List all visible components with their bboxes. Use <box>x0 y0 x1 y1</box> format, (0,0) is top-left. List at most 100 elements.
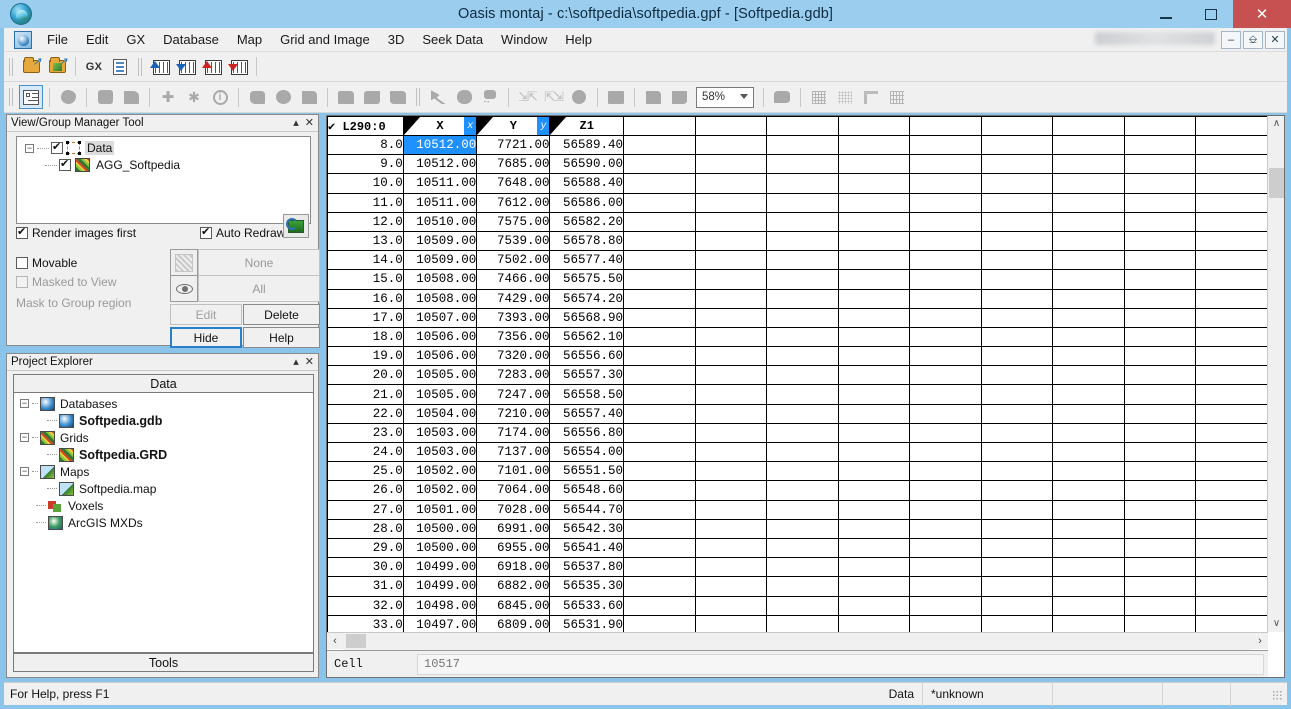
cell-empty[interactable] <box>1052 288 1125 309</box>
cell-x[interactable]: 10510.00 <box>402 211 478 232</box>
cell-empty[interactable] <box>909 499 982 520</box>
cell-empty[interactable] <box>622 365 696 386</box>
cell-empty[interactable] <box>1052 230 1125 252</box>
cell-empty[interactable] <box>622 269 696 290</box>
minimize-button[interactable] <box>1143 0 1188 28</box>
cell-empty[interactable] <box>622 557 696 578</box>
menu-item-map[interactable]: Map <box>228 30 271 49</box>
toolbar-grip[interactable] <box>7 57 15 77</box>
cell-empty[interactable] <box>1123 250 1197 271</box>
row-number-cell[interactable]: 22.0 <box>327 403 404 424</box>
cell-empty[interactable] <box>622 326 696 348</box>
group-b-icon[interactable] <box>271 85 295 109</box>
cell-x[interactable]: 10502.00 <box>402 480 478 501</box>
gx-icon[interactable]: GX <box>82 55 106 79</box>
database-table-viewport[interactable]: ✔ L290:0 X x Y y Z1 8.0 10512.00 7721.00… <box>327 116 1268 632</box>
tab-tools[interactable]: Tools <box>13 653 314 672</box>
cell-empty[interactable] <box>766 346 839 367</box>
cell-empty[interactable] <box>980 173 1054 194</box>
cell-empty[interactable] <box>694 403 768 424</box>
table-row[interactable]: 26.0 10502.00 7064.00 56548.60 <box>327 480 1268 501</box>
cell-empty[interactable] <box>1123 557 1197 578</box>
row-number-cell[interactable]: 13.0 <box>327 230 404 252</box>
column-header-y[interactable]: Y y <box>476 116 551 136</box>
pan-arrow-icon[interactable] <box>426 85 450 109</box>
table-row[interactable]: 25.0 10502.00 7101.00 56551.50 <box>327 461 1268 482</box>
cell-empty[interactable] <box>622 461 696 482</box>
cell-x[interactable]: 10504.00 <box>402 403 478 424</box>
cell-z1[interactable]: 56556.80 <box>549 422 624 444</box>
cell-empty[interactable] <box>1123 269 1197 290</box>
render-images-first-row[interactable]: Render images first <box>16 225 136 240</box>
cell-empty[interactable] <box>766 403 839 424</box>
cell-empty[interactable] <box>1195 307 1268 328</box>
cell-empty[interactable] <box>1052 595 1125 616</box>
cell-empty[interactable] <box>909 326 982 348</box>
cell-empty[interactable] <box>622 614 696 632</box>
cell-empty[interactable] <box>766 134 839 156</box>
table-row[interactable]: 20.0 10505.00 7283.00 56557.30 <box>327 365 1268 386</box>
cell-y[interactable]: 7247.00 <box>476 384 551 405</box>
table-row[interactable]: 30.0 10499.00 6918.00 56537.80 <box>327 557 1268 578</box>
select-none-button[interactable]: None <box>198 249 320 276</box>
cell-empty[interactable] <box>980 346 1054 367</box>
cell-empty[interactable] <box>1123 576 1197 597</box>
cell-empty[interactable] <box>1052 173 1125 194</box>
cell-empty[interactable] <box>837 537 911 559</box>
vertical-scroll-thumb[interactable] <box>1269 168 1284 198</box>
select-all-eye-icon[interactable] <box>170 275 198 302</box>
row-number-cell[interactable]: 27.0 <box>327 499 404 520</box>
cell-empty[interactable] <box>837 518 911 539</box>
cell-empty[interactable] <box>766 576 839 597</box>
table-row[interactable]: 32.0 10498.00 6845.00 56533.60 <box>327 595 1268 616</box>
table-row[interactable]: 19.0 10506.00 7320.00 56556.60 <box>327 346 1268 367</box>
cell-empty[interactable] <box>1052 211 1125 232</box>
cell-empty[interactable] <box>1052 384 1125 405</box>
maximize-button[interactable] <box>1188 0 1233 28</box>
expander-icon[interactable]: − <box>20 433 29 442</box>
pin-icon[interactable]: ▴ <box>293 356 299 368</box>
cell-y[interactable]: 7137.00 <box>476 441 551 463</box>
cell-empty[interactable] <box>1052 326 1125 348</box>
cell-empty[interactable] <box>1123 518 1197 539</box>
cell-empty[interactable] <box>1195 576 1268 597</box>
tree-item-agg[interactable]: AGG_Softpedia <box>17 155 310 173</box>
cell-empty[interactable] <box>1195 250 1268 271</box>
cell-empty[interactable] <box>766 307 839 328</box>
cell-empty[interactable] <box>909 154 982 175</box>
cell-empty[interactable] <box>1123 537 1197 559</box>
menu-item-seek-data[interactable]: Seek Data <box>413 30 492 49</box>
cell-empty[interactable] <box>766 422 839 444</box>
select-shape-icon[interactable] <box>56 85 80 109</box>
cell-empty[interactable] <box>1052 134 1125 156</box>
cell-empty[interactable] <box>1123 192 1197 213</box>
cell-empty[interactable] <box>622 441 696 463</box>
comment-icon[interactable] <box>770 85 794 109</box>
row-number-cell[interactable]: 33.0 <box>327 614 404 632</box>
pin-icon[interactable]: ▴ <box>293 117 299 129</box>
cell-empty[interactable] <box>766 211 839 232</box>
cell-empty[interactable] <box>1195 403 1268 424</box>
cell-empty[interactable] <box>837 173 911 194</box>
cell-empty[interactable] <box>837 154 911 175</box>
cell-empty[interactable] <box>837 422 911 444</box>
cell-z1[interactable]: 56562.10 <box>549 326 624 348</box>
cell-empty[interactable] <box>1123 230 1197 252</box>
delete-button[interactable]: Delete <box>243 304 320 325</box>
cell-empty[interactable] <box>837 346 911 367</box>
menu-item-window[interactable]: Window <box>492 30 556 49</box>
cell-empty[interactable] <box>766 326 839 348</box>
cell-empty[interactable] <box>909 365 982 386</box>
cell-y[interactable]: 7575.00 <box>476 211 551 232</box>
cell-empty[interactable] <box>1195 595 1268 616</box>
cell-empty[interactable] <box>694 384 768 405</box>
cell-y[interactable]: 6882.00 <box>476 576 551 597</box>
cell-empty[interactable] <box>980 595 1054 616</box>
cell-empty[interactable] <box>694 192 768 213</box>
cell-x[interactable]: 10506.00 <box>402 346 478 367</box>
cell-empty[interactable] <box>1052 365 1125 386</box>
menu-item-grid-and-image[interactable]: Grid and Image <box>271 30 379 49</box>
cell-x[interactable]: 10508.00 <box>402 288 478 309</box>
cell-empty[interactable] <box>1123 422 1197 444</box>
cell-y[interactable]: 6955.00 <box>476 537 551 559</box>
